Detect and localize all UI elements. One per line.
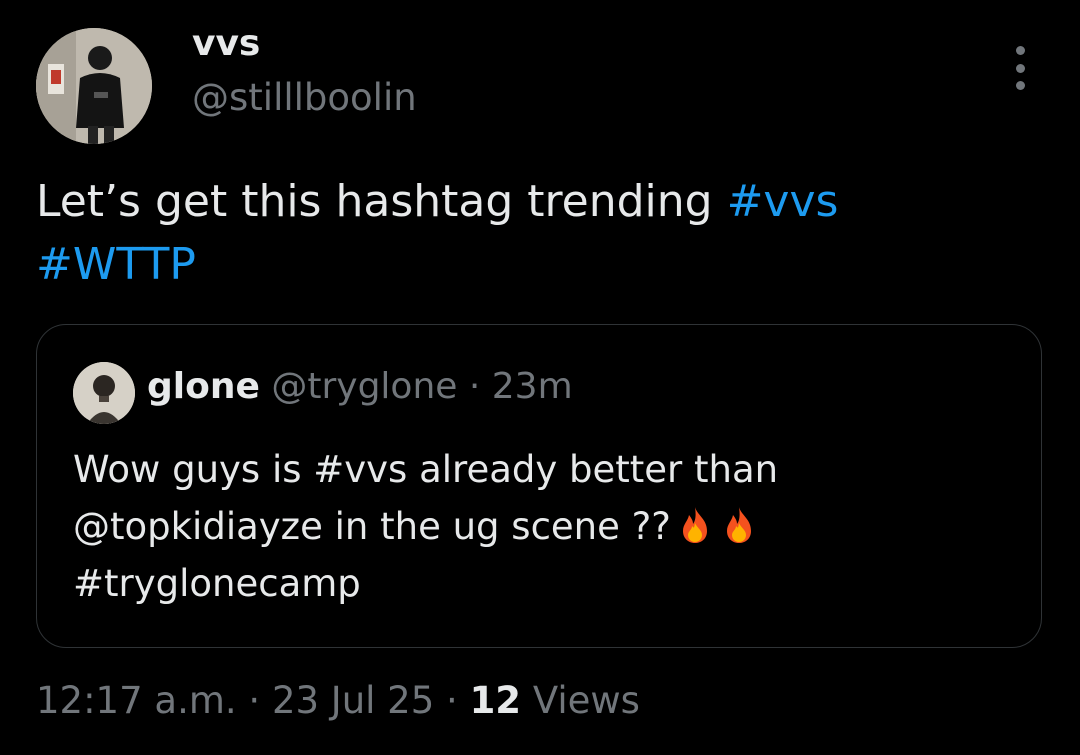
more-options-icon[interactable] [1008, 46, 1032, 90]
tweet-timestamp[interactable]: 12:17 a.m. [36, 679, 237, 722]
tweet-text: Let’s get this hashtag trending #vvs #WTT… [36, 170, 1036, 296]
tweet-date[interactable]: 23 Jul 25 [272, 679, 434, 722]
hashtag-link[interactable]: #WTTP [36, 239, 196, 290]
quoted-author-avatar[interactable] [73, 362, 135, 424]
views-count: 12 [469, 679, 522, 722]
quoted-author-handle[interactable]: @tryglone [271, 366, 457, 407]
more-dot [1015, 63, 1025, 73]
tweet-text-body: Let’s get this hashtag trending [36, 176, 727, 227]
views-label: Views [532, 679, 640, 722]
quoted-author-name[interactable]: glone [147, 366, 260, 407]
quoted-text-line: @topkidiayze in the ug scene ?? [73, 505, 671, 548]
tweet-metadata: 12:17 a.m. · 23 Jul 25 · 12 Views [36, 676, 640, 726]
quoted-tweet-text: Wow guys is #vvs already better than @to… [73, 441, 1013, 612]
user-avatar-photo [36, 28, 152, 144]
more-dot [1015, 46, 1025, 55]
more-dot [1015, 81, 1025, 90]
quoted-text-line-with-emoji: @topkidiayze in the ug scene ?? [73, 498, 1013, 555]
fire-emoji-icon [682, 507, 707, 543]
user-avatar-photo [73, 362, 135, 424]
quoted-text-line: #tryglonecamp [73, 562, 361, 605]
fire-emoji-icon [726, 507, 751, 543]
quoted-tweet-header: glone @tryglone · 23m [147, 363, 573, 411]
author-display-name[interactable]: vvs [192, 20, 260, 68]
separator-dot: · [468, 366, 481, 407]
hashtag-link[interactable]: #vvs [727, 176, 839, 227]
quoted-tweet-time[interactable]: 23m [492, 366, 573, 407]
separator-dot: · [446, 679, 458, 722]
separator-dot: · [248, 679, 261, 722]
author-avatar[interactable] [36, 28, 152, 144]
quoted-tweet-card[interactable]: glone @tryglone · 23m Wow guys is #vvs a… [36, 324, 1042, 648]
author-handle[interactable]: @stilllboolin [192, 74, 417, 122]
quoted-text-line: Wow guys is #vvs already better than [73, 448, 779, 491]
